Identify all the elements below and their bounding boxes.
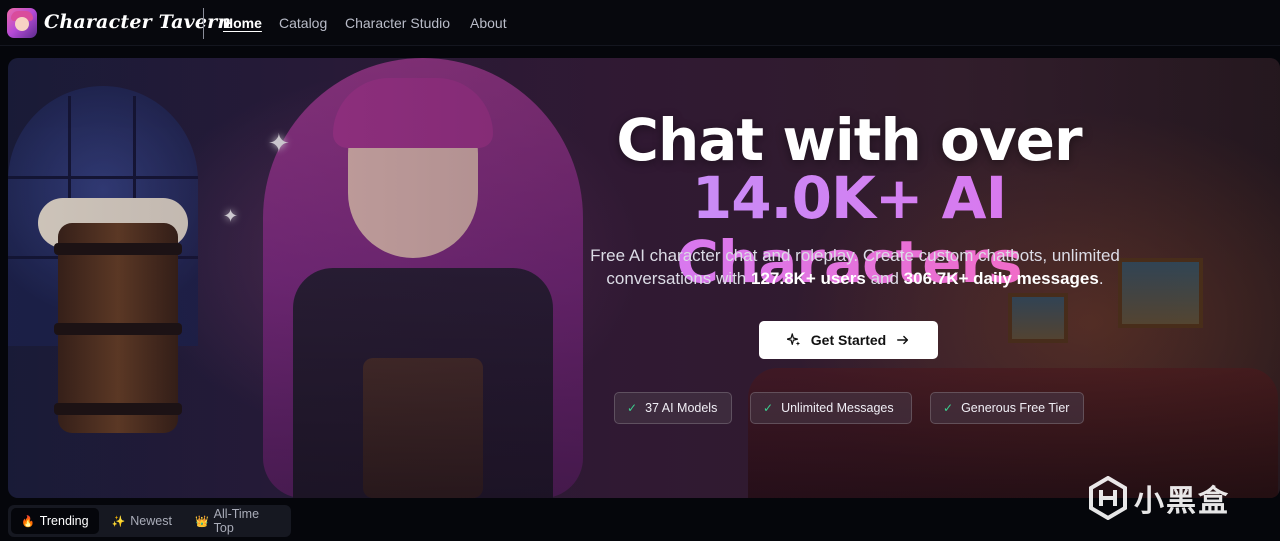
hero-subtitle: Free AI character chat and roleplay. Cre… <box>545 244 1165 290</box>
brand-logo-icon[interactable] <box>7 8 37 38</box>
users-count: 127.8K+ users <box>751 269 866 288</box>
tab-label: All-Time Top <box>213 507 260 535</box>
check-icon: ✓ <box>763 401 774 415</box>
crown-icon: 👑 <box>194 515 209 528</box>
hero-title-line1: Chat with over <box>616 106 1082 174</box>
feature-label: Generous Free Tier <box>961 401 1070 415</box>
top-navbar: Character Tavern Home Catalog Character … <box>0 0 1280 46</box>
tab-trending[interactable]: 🔥 Trending <box>11 508 99 534</box>
get-started-button[interactable]: Get Started <box>759 321 938 359</box>
tab-newest[interactable]: ✨ Newest <box>102 508 182 534</box>
nav-link-about[interactable]: About <box>470 15 507 31</box>
nav-divider <box>203 8 204 39</box>
feature-pill-ai-models: ✓ 37 AI Models <box>614 392 732 424</box>
fire-icon: 🔥 <box>21 515 35 528</box>
arrow-right-icon <box>897 335 909 345</box>
tab-all-time-top[interactable]: 👑 All-Time Top <box>185 507 288 535</box>
hero-subtitle-end: . <box>1098 269 1104 288</box>
sort-tabs: 🔥 Trending ✨ Newest 👑 All-Time Top <box>8 505 291 537</box>
watermark-text: 小黑盒 <box>1134 484 1230 519</box>
nav-link-home[interactable]: Home <box>223 15 262 31</box>
check-icon: ✓ <box>943 401 954 415</box>
sparkles-icon <box>786 333 800 346</box>
sparkles-icon: ✨ <box>111 515 126 528</box>
daily-messages-count: 306.7K+ daily messages <box>903 269 1099 288</box>
get-started-label: Get Started <box>810 332 887 348</box>
tab-label: Trending <box>39 514 89 528</box>
check-icon: ✓ <box>627 401 638 415</box>
watermark: 小黑盒 <box>1088 476 1230 520</box>
feature-label: 37 AI Models <box>645 401 718 415</box>
hero-subtitle-and: and <box>865 269 904 288</box>
feature-pill-free-tier: ✓ Generous Free Tier <box>930 392 1084 424</box>
watermark-logo-icon <box>1089 476 1127 520</box>
feature-label: Unlimited Messages <box>781 401 894 415</box>
feature-pill-unlimited-messages: ✓ Unlimited Messages <box>750 392 912 424</box>
nav-link-catalog[interactable]: Catalog <box>279 15 327 31</box>
nav-link-character-studio[interactable]: Character Studio <box>345 15 450 31</box>
tab-label: Newest <box>130 514 172 528</box>
